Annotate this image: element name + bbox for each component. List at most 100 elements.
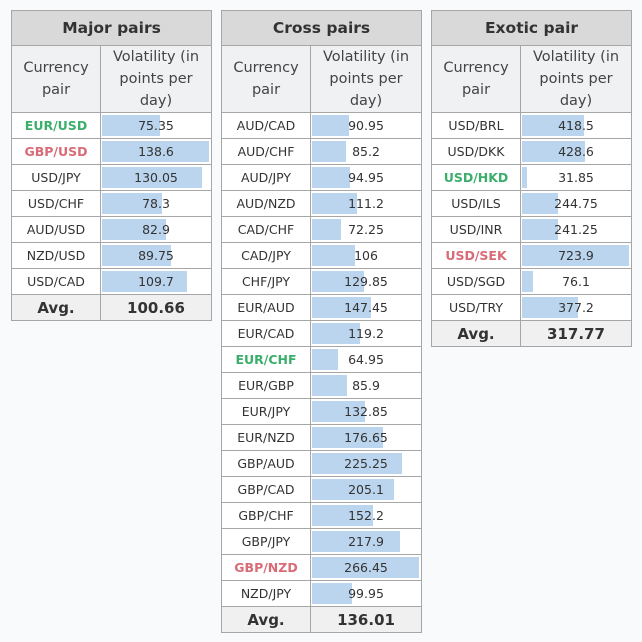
volatility-bar [312, 245, 355, 266]
currency-pair-cell: USD/DKK [431, 138, 521, 165]
table-row: USD/DKK 428.6 [431, 138, 632, 165]
volatility-value: 78.3 [142, 196, 170, 211]
volatility-value: 99.95 [348, 586, 384, 601]
currency-pair-cell: EUR/AUD [221, 294, 311, 321]
volatility-cell: 377.2 [520, 294, 632, 321]
volatility-value: 94.95 [348, 170, 384, 185]
table-row: AUD/USD 82.9 [11, 216, 212, 243]
volatility-value: 75.35 [138, 118, 174, 133]
currency-pair-cell: AUD/CAD [221, 112, 311, 139]
volatility-bar [312, 375, 347, 396]
volatility-cell: 85.2 [309, 138, 423, 165]
column-header-currency-pair: Currency pair [431, 45, 521, 113]
column-header-volatility: Volatility (in points per day) [520, 45, 632, 113]
table-row: AUD/CHF 85.2 [221, 138, 423, 165]
currency-pair-cell: EUR/NZD [221, 424, 311, 451]
volatility-cell: 94.95 [309, 164, 423, 191]
volatility-cell: 138.6 [100, 138, 212, 165]
table-row: GBP/AUD 225.25 [221, 450, 423, 477]
currency-pair-cell: USD/CHF [11, 190, 101, 217]
volatility-value: 111.2 [348, 196, 384, 211]
volatility-value: 147.45 [344, 300, 388, 315]
table-row: EUR/USD 75.35 [11, 112, 212, 139]
currency-pair-cell: USD/TRY [431, 294, 521, 321]
average-label: Avg. [431, 320, 521, 347]
volatility-bar [522, 193, 559, 214]
table-row: EUR/AUD 147.45 [221, 294, 423, 321]
table-row: USD/SGD 76.1 [431, 268, 632, 295]
volatility-cell: 132.85 [309, 398, 423, 425]
exotic-pairs-table: Exotic pair Currency pair Volatility (in… [431, 10, 632, 347]
table-row: EUR/GBP 85.9 [221, 372, 423, 399]
column-header-volatility: Volatility (in points per day) [100, 45, 212, 113]
currency-pair-cell: CAD/CHF [221, 216, 311, 243]
volatility-cell: 244.75 [520, 190, 632, 217]
table-row: CAD/CHF 72.25 [221, 216, 423, 243]
volatility-cell: 89.75 [100, 242, 212, 269]
currency-pair-cell: GBP/CHF [221, 502, 311, 529]
volatility-bar [312, 167, 351, 188]
volatility-value: 266.45 [344, 560, 388, 575]
volatility-bar [312, 219, 342, 240]
volatility-cell: 723.9 [520, 242, 632, 269]
volatility-cell: 31.85 [520, 164, 632, 191]
cross-pairs-table: Cross pairs Currency pair Volatility (in… [220, 10, 423, 633]
currency-pair-cell: EUR/CHF [221, 346, 311, 373]
volatility-value: 85.9 [352, 378, 380, 393]
currency-pair-cell: CAD/JPY [221, 242, 311, 269]
volatility-value: 428.6 [558, 144, 594, 159]
volatility-bar [522, 219, 558, 240]
table-row: USD/CAD 109.7 [11, 268, 212, 295]
volatility-cell: 418.5 [520, 112, 632, 139]
table-row: GBP/USD 138.6 [11, 138, 212, 165]
volatility-cell: 266.45 [309, 554, 423, 581]
table-row: EUR/JPY 132.85 [221, 398, 423, 425]
currency-pair-cell: EUR/GBP [221, 372, 311, 399]
volatility-cell: 99.95 [309, 580, 423, 607]
currency-pair-cell: USD/INR [431, 216, 521, 243]
volatility-value: 132.85 [344, 404, 388, 419]
currency-pair-cell: AUD/NZD [221, 190, 311, 217]
volatility-value: 89.75 [138, 248, 174, 263]
volatility-value: 418.5 [558, 118, 594, 133]
table-title: Cross pairs [220, 10, 423, 46]
currency-pair-cell: NZD/USD [11, 242, 101, 269]
volatility-cell: 109.7 [100, 268, 212, 295]
volatility-bar [522, 167, 527, 188]
average-label: Avg. [221, 606, 311, 633]
volatility-cell: 152.2 [309, 502, 423, 529]
volatility-value: 130.05 [134, 170, 178, 185]
volatility-value: 241.25 [554, 222, 598, 237]
table-row: GBP/JPY 217.9 [221, 528, 423, 555]
average-row: Avg. 317.77 [431, 320, 632, 347]
volatility-cell: 85.9 [309, 372, 423, 399]
currency-pair-cell: USD/BRL [431, 112, 521, 139]
volatility-value: 217.9 [348, 534, 384, 549]
table-row: NZD/USD 89.75 [11, 242, 212, 269]
volatility-cell: 111.2 [309, 190, 423, 217]
currency-pair-cell: EUR/CAD [221, 320, 311, 347]
currency-pair-cell: GBP/USD [11, 138, 101, 165]
currency-pair-cell: GBP/AUD [221, 450, 311, 477]
volatility-cell: 129.85 [309, 268, 423, 295]
currency-pair-cell: USD/CAD [11, 268, 101, 295]
volatility-value: 76.1 [562, 274, 590, 289]
currency-pair-cell: AUD/JPY [221, 164, 311, 191]
major-pairs-table: Major pairs Currency pair Volatility (in… [11, 10, 212, 321]
volatility-cell: 76.1 [520, 268, 632, 295]
volatility-cell: 428.6 [520, 138, 632, 165]
volatility-value: 244.75 [554, 196, 598, 211]
column-header-volatility: Volatility (in points per day) [309, 45, 423, 113]
table-row: AUD/CAD 90.95 [221, 112, 423, 139]
table-row: EUR/NZD 176.65 [221, 424, 423, 451]
table-row: GBP/NZD 266.45 [221, 554, 423, 581]
volatility-value: 64.95 [348, 352, 384, 367]
volatility-cell: 130.05 [100, 164, 212, 191]
volatility-cell: 147.45 [309, 294, 423, 321]
volatility-value: 225.25 [344, 456, 388, 471]
volatility-cell: 119.2 [309, 320, 423, 347]
currency-pair-cell: GBP/NZD [221, 554, 311, 581]
table-row: EUR/CHF 64.95 [221, 346, 423, 373]
currency-pair-cell: USD/SGD [431, 268, 521, 295]
volatility-value: 205.1 [348, 482, 384, 497]
